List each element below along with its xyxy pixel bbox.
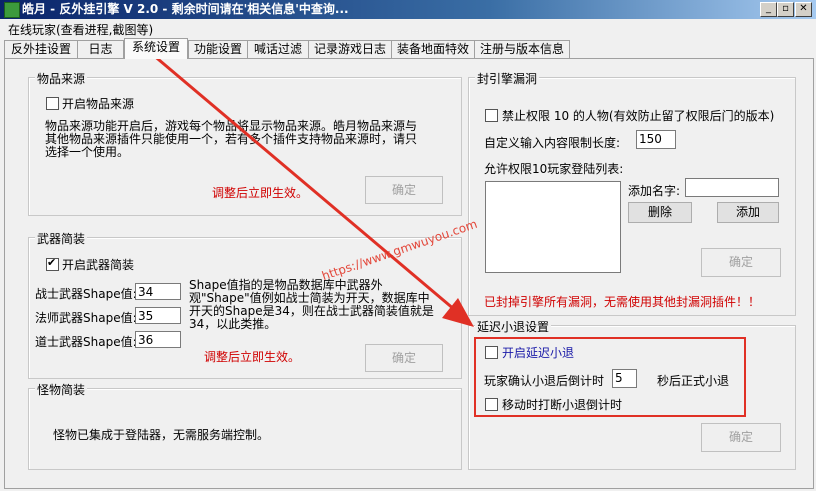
highlight-box [474,337,746,417]
weapon-brief-confirm-button[interactable]: 确定 [365,344,443,372]
close-button[interactable]: ✕ [795,2,812,17]
item-source-note: 调整后立即生效。 [212,186,309,200]
item-source-title: 物品来源 [35,70,88,87]
monster-brief-group: 怪物简装 怪物已集成于登陆器，无需服务端控制。 [28,381,462,470]
weapon-brief-title: 武器简装 [35,230,88,247]
add-name-input[interactable] [685,178,779,197]
monster-brief-title: 怪物简装 [35,381,88,398]
delay-logout-confirm-button[interactable]: 确定 [701,423,781,452]
restore-button[interactable]: ▫ [777,2,794,17]
settings-panel: 物品来源 开启物品来源 物品来源功能开启后，游戏每个物品将显示物品来源。皓月物品… [4,58,814,489]
tab-ground-effects[interactable]: 装备地面特效 [391,40,475,58]
delete-name-button[interactable]: 删除 [628,202,692,223]
window-title: 皓月 - 反外挂引擎 V 2.0 - 剩余时间请在'相关信息'中查询... [22,2,349,16]
allow-list-box[interactable] [485,181,621,273]
item-source-checkbox[interactable] [46,97,59,110]
tab-shout-filter[interactable]: 喊话过滤 [247,40,309,58]
tab-anti-cheat-settings[interactable]: 反外挂设置 [4,40,78,58]
weapon-brief-enable-label: 开启武器简装 [62,258,135,272]
seal-engine-group: 封引擎漏洞 禁止权限 10 的人物(有效防止留了权限后门的版本) 自定义输入内容… [468,70,796,316]
add-name-label: 添加名字: [628,184,681,198]
tab-game-log[interactable]: 记录游戏日志 [308,40,392,58]
weapon-brief-checkbox[interactable] [46,256,59,271]
tab-feature-settings[interactable]: 功能设置 [188,40,248,58]
warrior-weapon-input[interactable]: 34 [135,283,181,300]
menu-online-players[interactable]: 在线玩家(查看进程,截图等) [8,21,153,38]
forbid-level10-checkbox[interactable] [485,109,498,122]
delay-logout-title: 延迟小退设置 [475,318,552,335]
tab-registration-version[interactable]: 注册与版本信息 [474,40,570,58]
minimize-button[interactable]: _ [760,2,777,17]
item-source-description: 物品来源功能开启后，游戏每个物品将显示物品来源。皓月物品来源与其他物品来源插件只… [45,119,418,159]
monster-brief-description: 怪物已集成于登陆器，无需服务端控制。 [53,428,270,442]
tab-system-settings[interactable]: 系统设置 [124,38,188,59]
item-source-confirm-button[interactable]: 确定 [365,176,443,204]
warrior-weapon-label: 战士武器Shape值: [35,287,137,301]
item-source-enable-label: 开启物品来源 [62,97,135,111]
forbid-level10-label: 禁止权限 10 的人物(有效防止留了权限后门的版本) [502,109,775,123]
input-length-field[interactable]: 150 [636,130,676,149]
taoist-weapon-input[interactable]: 36 [135,331,181,348]
seal-engine-title: 封引擎漏洞 [475,70,540,87]
mage-weapon-label: 法师武器Shape值: [35,311,137,325]
item-source-group: 物品来源 开启物品来源 物品来源功能开启后，游戏每个物品将显示物品来源。皓月物品… [28,70,462,216]
add-name-button[interactable]: 添加 [717,202,779,223]
seal-engine-note: 已封掉引擎所有漏洞，无需使用其他封漏洞插件！！ [484,295,761,309]
taoist-weapon-label: 道士武器Shape值: [35,335,137,349]
weapon-brief-note: 调整后立即生效。 [204,350,301,364]
app-icon [4,2,20,18]
allow-list-label: 允许权限10玩家登陆列表: [484,162,624,176]
mage-weapon-input[interactable]: 35 [135,307,181,324]
tab-log[interactable]: 日志 [77,40,124,58]
input-length-label: 自定义输入内容限制长度: [484,136,621,150]
weapon-brief-description: Shape值指的是物品数据库中武器外观"Shape"值例如战士简装为开天，数据库… [189,278,434,331]
seal-engine-confirm-button[interactable]: 确定 [701,248,781,277]
